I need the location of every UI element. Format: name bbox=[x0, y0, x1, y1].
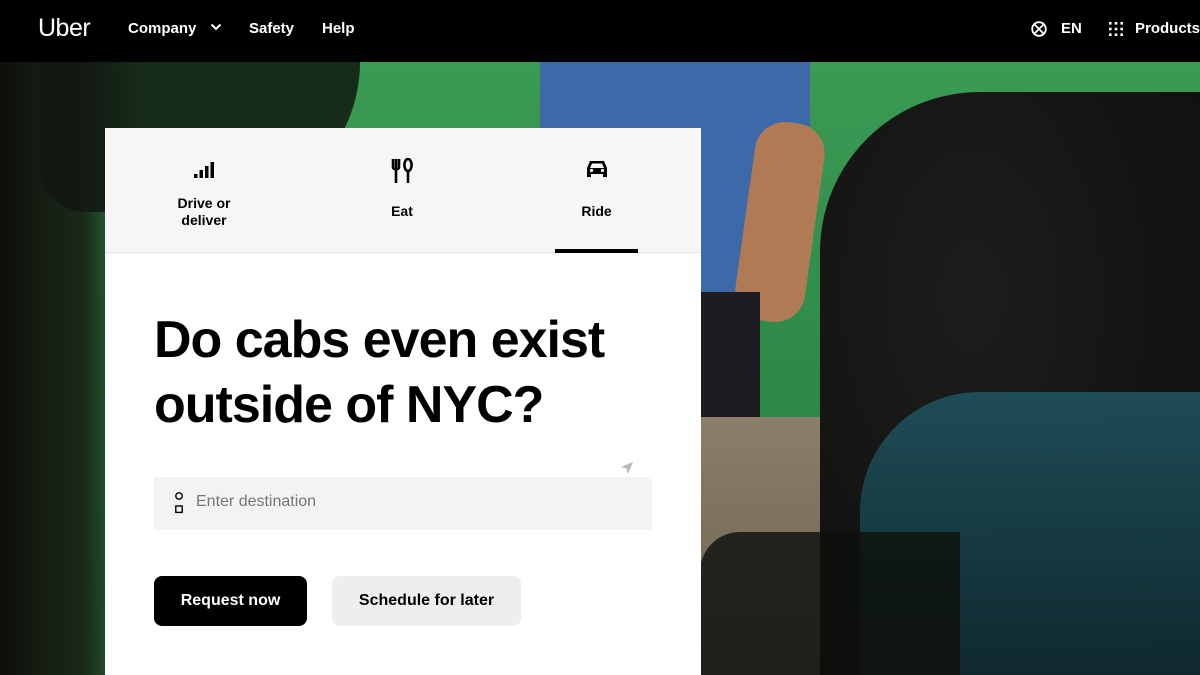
language-label: EN bbox=[1061, 20, 1082, 37]
fork-knife-icon bbox=[391, 158, 413, 183]
grid-dots-icon bbox=[1109, 21, 1123, 36]
nav-company[interactable]: Company bbox=[128, 20, 222, 37]
tab-eat-label: Eat bbox=[391, 203, 413, 219]
uber-logo[interactable]: Uber bbox=[38, 14, 91, 43]
car-icon bbox=[586, 161, 607, 177]
products-menu[interactable]: Products bbox=[1108, 20, 1200, 37]
headline-line-1: Do cabs even exist bbox=[154, 311, 605, 369]
globe-icon bbox=[1031, 20, 1047, 37]
headline-line-2: outside of NYC? bbox=[154, 376, 544, 434]
request-now-button[interactable]: Request now bbox=[154, 576, 307, 626]
schedule-for-later-button[interactable]: Schedule for later bbox=[332, 576, 521, 626]
product-tabs: Drive or deliver Eat Ride bbox=[105, 128, 701, 253]
route-dots-icon bbox=[175, 492, 183, 514]
ride-request-card: Drive or deliver Eat Ride Do cabs even e… bbox=[105, 128, 701, 675]
page-headline: Do cabs even exist outside of NYC? bbox=[154, 308, 674, 438]
tab-eat[interactable]: Eat bbox=[353, 128, 451, 253]
products-label: Products bbox=[1135, 20, 1200, 37]
nav-help[interactable]: Help bbox=[322, 20, 355, 37]
language-selector[interactable]: EN bbox=[1031, 20, 1082, 37]
chevron-down-icon bbox=[210, 23, 221, 31]
top-navigation: Uber Company Safety Help EN Products bbox=[0, 0, 1200, 62]
tab-drive-label: Drive or deliver bbox=[177, 195, 231, 228]
tab-ride-label: Ride bbox=[581, 203, 612, 219]
nav-company-label: Company bbox=[128, 20, 197, 37]
active-tab-indicator bbox=[555, 249, 638, 253]
location-arrow-icon[interactable] bbox=[620, 461, 634, 475]
tab-ride[interactable]: Ride bbox=[555, 128, 638, 253]
destination-input[interactable] bbox=[196, 493, 626, 511]
nav-safety[interactable]: Safety bbox=[249, 20, 294, 37]
tab-drive-or-deliver[interactable]: Drive or deliver bbox=[155, 128, 253, 253]
destination-field[interactable] bbox=[154, 477, 652, 530]
signal-bars-icon bbox=[194, 162, 214, 178]
